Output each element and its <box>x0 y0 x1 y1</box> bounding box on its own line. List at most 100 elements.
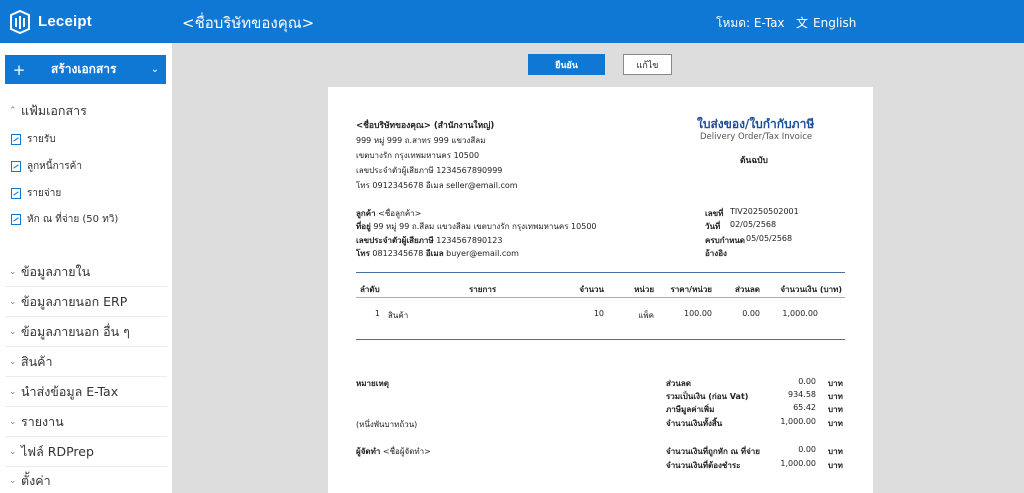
confirm-button[interactable]: ยืนยัน <box>528 54 605 75</box>
issuer-line: ผู้จัดทำ <ชื่อผู้จัดทำ> <box>356 445 431 458</box>
invoice-preview: <ชื่อบริษัทของคุณ> (สำนักงานใหญ่) 999 หม… <box>328 87 873 493</box>
language-label: English <box>813 15 857 30</box>
table-bottom-rule <box>356 339 845 340</box>
divider <box>5 316 167 317</box>
customer-address: 99 หมู่ 99 ถ.สีลม แขวงสีลม เขตบางรัก กรุ… <box>373 222 597 231</box>
seller-email-label: อีเมล <box>425 181 444 190</box>
sidebar-item-label: ไฟล์ RDPrep <box>21 444 94 459</box>
brand[interactable]: Leceipt <box>8 8 92 34</box>
seller-address-line1: 999 หมู่ 999 ถ.สาทร 999 แขวงสีลม <box>356 136 486 145</box>
sidebar-item-etax-submit[interactable]: ⌄ นำส่งข้อมูล E-Tax <box>9 382 167 402</box>
chevron-down-icon: ⌄ <box>9 357 17 367</box>
sidebar-item-withholding[interactable]: หัก ณ ที่จ่าย (50 ทวิ) <box>11 212 118 227</box>
note-label: หมายเหตุ <box>356 379 389 388</box>
customer-email-label: อีเมล <box>425 249 444 258</box>
column-header: ลำดับ <box>360 285 380 294</box>
sidebar-item-receivables[interactable]: ลูกหนี้การค้า <box>11 159 82 174</box>
customer-tax-label: เลขประจำตัวผู้เสียภาษี <box>356 236 434 245</box>
sidebar-item-label: รายงาน <box>21 414 64 429</box>
divider <box>5 406 167 407</box>
mode-indicator[interactable]: โหมด: E-Tax <box>716 14 785 33</box>
document-title-en: Delivery Order/Tax Invoice <box>700 132 813 142</box>
currency-label: บาท <box>828 447 843 456</box>
sidebar-item-income[interactable]: รายรับ <box>11 132 56 147</box>
total-label: รวมเป็นเงิน (ก่อน Vat) <box>666 392 749 401</box>
total-label: ส่วนลด <box>666 379 691 388</box>
language-switcher[interactable]: 文 English <box>796 14 856 31</box>
row-amount: 1,000.00 <box>782 309 818 318</box>
column-header: ส่วนลด <box>735 285 760 294</box>
sidebar-item-products[interactable]: ⌄ สินค้า <box>9 352 167 372</box>
divider <box>5 376 167 377</box>
sidebar-item-internal-data[interactable]: ⌄ ข้อมูลภายใน <box>9 262 167 282</box>
sidebar-item-external-erp[interactable]: ⌄ ข้อมูลภายนอก ERP <box>9 292 167 312</box>
sidebar-item-label: ข้อมูลภายนอก ERP <box>21 294 128 309</box>
chevron-down-icon[interactable]: ⌄ <box>144 64 166 75</box>
sidebar-item-label: รายรับ <box>27 134 56 145</box>
divider <box>5 286 167 287</box>
date-label: วันที่ <box>705 222 721 231</box>
seller-address-line2: เขตบางรัก กรุงเทพมหานคร 10500 <box>356 151 480 160</box>
divider <box>5 346 167 347</box>
row-price: 100.00 <box>684 309 712 318</box>
customer-line: ลูกค้า <ชื่อลูกค้า> <box>356 207 421 220</box>
column-header: หน่วย <box>634 285 654 294</box>
seller-name: <ชื่อบริษัทของคุณ> (สำนักงานใหญ่) <box>356 121 495 131</box>
chevron-down-icon: ⌄ <box>9 447 17 457</box>
row-no: 1 <box>374 309 380 318</box>
sidebar-item-label: หัก ณ ที่จ่าย (50 ทวิ) <box>27 214 119 225</box>
action-bar: ยืนยัน แก้ไข <box>528 54 672 75</box>
create-document-button[interactable]: + สร้างเอกสาร ⌄ <box>5 55 166 84</box>
document-date: 02/05/2568 <box>730 220 777 229</box>
document-edit-icon <box>11 161 21 172</box>
row-qty: 10 <box>593 309 604 318</box>
sidebar-item-expenses[interactable]: รายจ่าย <box>11 186 61 201</box>
sidebar-item-label: นำส่งข้อมูล E-Tax <box>21 384 119 399</box>
total-value: 65.42 <box>793 403 816 412</box>
amount-in-words: (หนึ่งพันบาทถ้วน) <box>356 420 418 429</box>
currency-label: บาท <box>828 419 843 428</box>
withholding-label: จำนวนเงินที่ต้องชำระ <box>666 461 741 470</box>
currency-label: บาท <box>828 405 843 414</box>
customer-tax-id: 1234567890123 <box>436 236 503 245</box>
column-header: จำนวน <box>579 285 604 294</box>
row-item: สินค้า <box>388 311 409 320</box>
withholding-label: จำนวนเงินที่ถูกหัก ณ ที่จ่าย <box>666 447 760 456</box>
chevron-down-icon: ⌄ <box>9 387 17 397</box>
total-value: 934.58 <box>788 390 816 399</box>
chevron-down-icon: ⌄ <box>9 417 17 427</box>
currency-label: บาท <box>828 461 843 470</box>
row-discount: 0.00 <box>742 309 760 318</box>
divider <box>5 436 167 437</box>
document-edit-icon <box>11 214 21 225</box>
column-header: รายการ <box>469 285 497 294</box>
top-bar: Leceipt <ชื่อบริษัทของคุณ> โหมด: E-Tax 文… <box>0 0 1024 43</box>
sidebar-item-rdprep[interactable]: ⌄ ไฟล์ RDPrep <box>9 442 167 462</box>
seller-phone: 0912345678 <box>372 181 424 190</box>
sidebar-item-label: รายจ่าย <box>27 188 62 199</box>
docs-section-toggle[interactable]: ⌃ แฟ้มเอกสาร <box>9 101 87 121</box>
chevron-down-icon: ⌄ <box>9 297 17 307</box>
number-label: เลขที่ <box>705 209 724 218</box>
reference-label: อ้างอิง <box>705 249 727 258</box>
sidebar-item-settings[interactable]: ⌄ ตั้งค่า <box>9 471 167 491</box>
row-unit: แพ็ค <box>638 311 654 320</box>
customer-phone: 0812345678 <box>372 249 424 258</box>
withholding-value: 1,000.00 <box>780 459 816 468</box>
currency-label: บาท <box>828 392 843 401</box>
customer-contact-line: โทร 0812345678 อีเมล buyer@email.com <box>356 247 519 260</box>
sidebar-item-reports[interactable]: ⌄ รายงาน <box>9 412 167 432</box>
sidebar-item-label: ลูกหนี้การค้า <box>27 161 82 172</box>
total-value: 0.00 <box>798 377 816 386</box>
customer-phone-label: โทร <box>356 249 370 258</box>
company-title: <ชื่อบริษัทของคุณ> <box>182 14 315 32</box>
sidebar-item-label: ตั้งค่า <box>21 473 51 488</box>
edit-button[interactable]: แก้ไข <box>623 54 672 75</box>
copy-type: ต้นฉบับ <box>740 156 768 166</box>
total-label: จำนวนเงินทั้งสิ้น <box>666 419 723 428</box>
sidebar-item-external-other[interactable]: ⌄ ข้อมูลภายนอก อื่น ๆ <box>9 322 167 342</box>
total-value: 1,000.00 <box>780 417 816 426</box>
leceipt-logo-icon <box>10 9 30 34</box>
translate-icon: 文 <box>796 16 809 30</box>
customer-email: buyer@email.com <box>446 249 519 258</box>
